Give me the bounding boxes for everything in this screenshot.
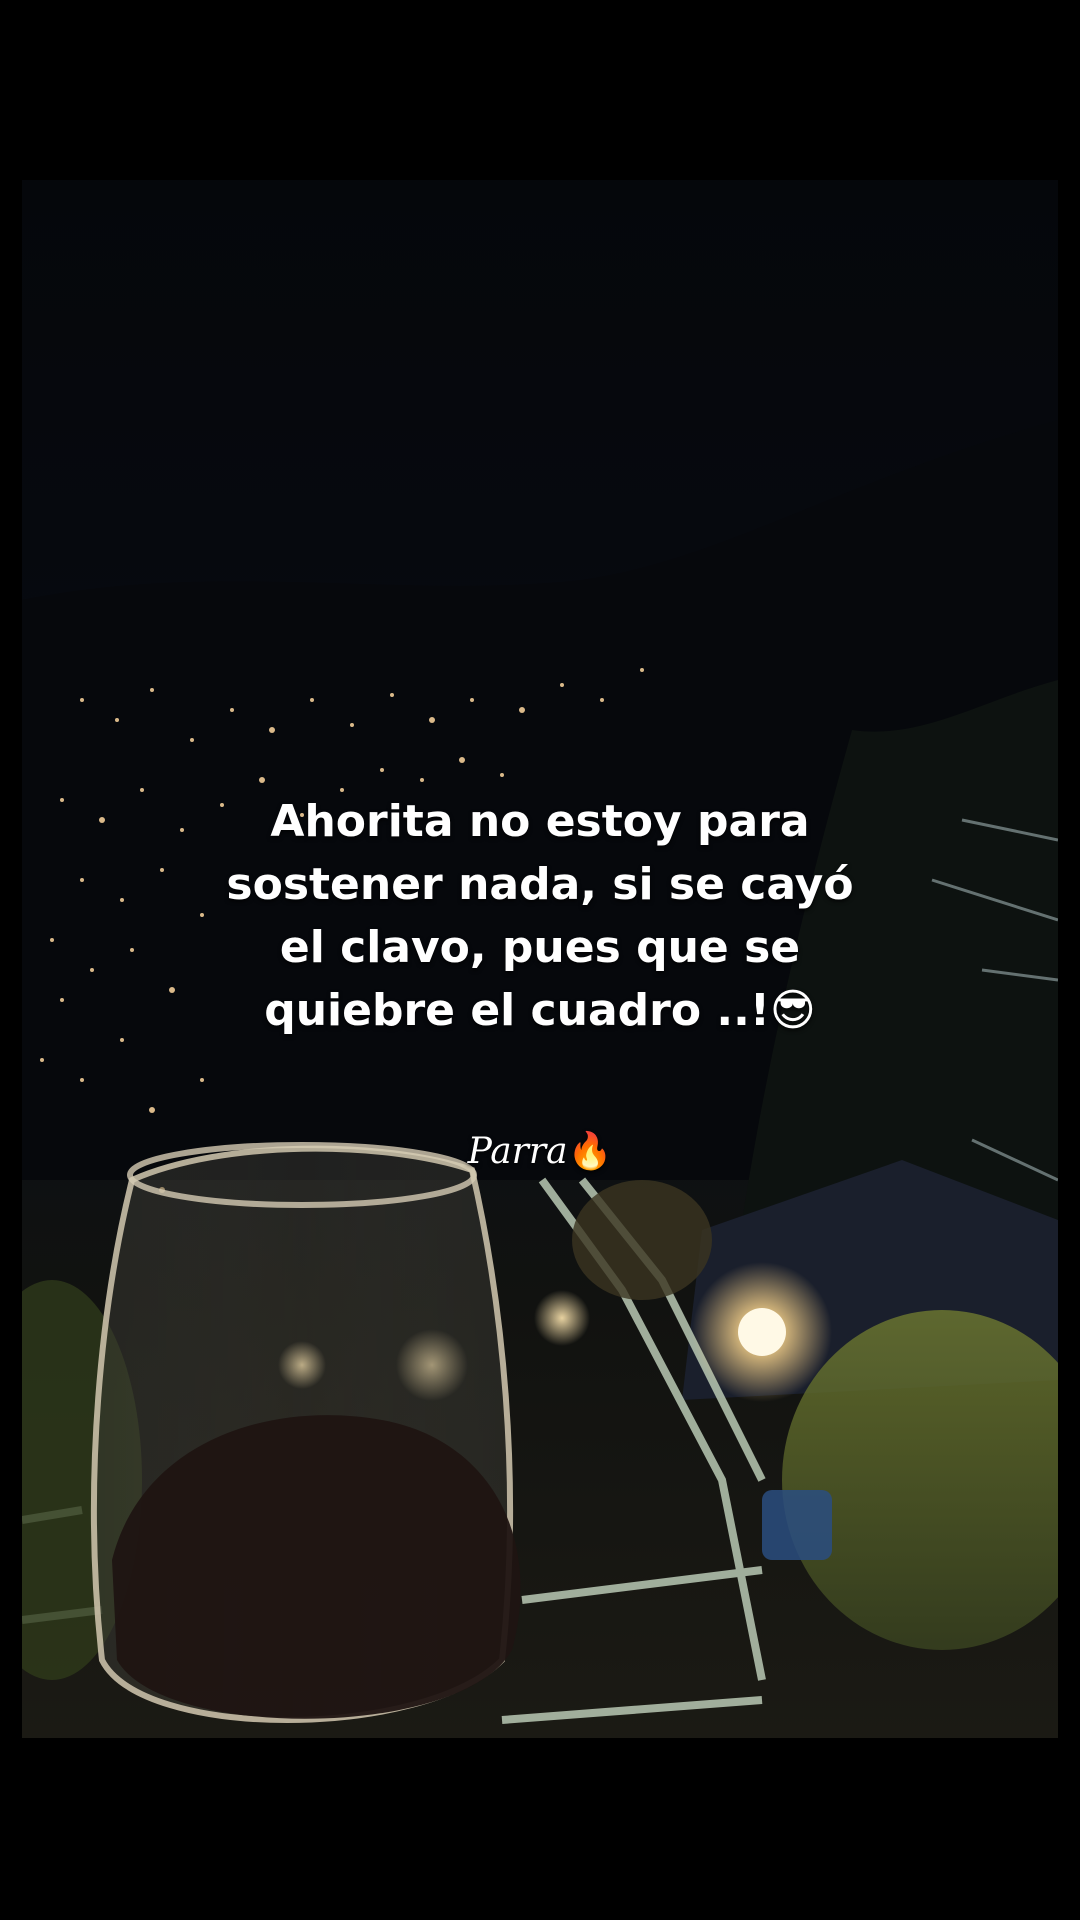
signature-label: Parra🔥 — [0, 1130, 1080, 1172]
caption-line: sostener nada, si se cayó — [226, 859, 854, 910]
small-light — [534, 1290, 590, 1346]
caption-line: quiebre el cuadro ..!😎 — [264, 985, 816, 1036]
caption-line: Ahorita no estoy para — [270, 796, 810, 847]
caption-line: el clavo, pues que se — [279, 922, 801, 973]
caption-text: Ahorita no estoy para sostener nada, si … — [0, 790, 1080, 1042]
video-screen[interactable]: Ahorita no estoy para sostener nada, si … — [0, 0, 1080, 1920]
blue-pot — [762, 1490, 832, 1560]
signature-text: Parra — [467, 1131, 568, 1172]
flower-pot-plants — [572, 1180, 712, 1300]
fire-icon: 🔥 — [567, 1131, 613, 1172]
